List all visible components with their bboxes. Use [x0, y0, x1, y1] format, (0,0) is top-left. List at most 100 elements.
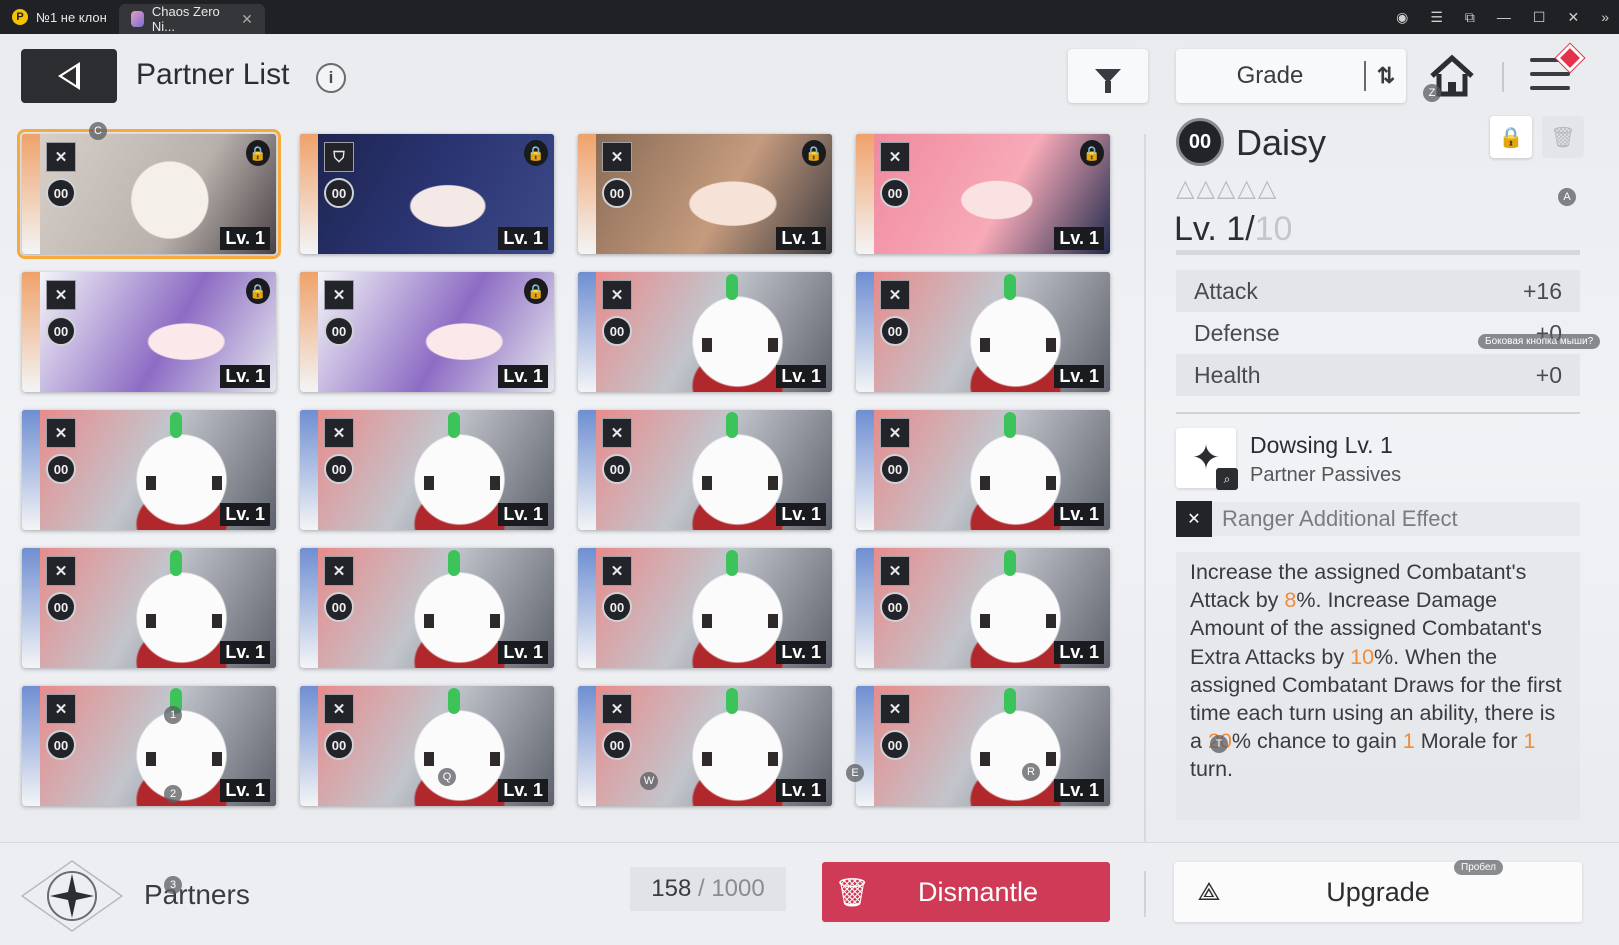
partner-card[interactable]: ✕ 00 Lv. 1: [578, 272, 832, 392]
card-level: Lv. 1: [498, 779, 548, 802]
hotkey-hint: E: [846, 764, 864, 782]
card-level: Lv. 1: [776, 641, 826, 664]
expand-sidebar-icon[interactable]: »: [1601, 9, 1609, 25]
info-icon[interactable]: i: [316, 63, 346, 93]
partner-card[interactable]: ✕ 00 Lv. 1: [578, 686, 832, 806]
class-effect-header: ✕ Ranger Additional Effect: [1176, 501, 1580, 537]
partner-card[interactable]: ✕ 00 🔒 Lv. 1: [856, 134, 1110, 254]
back-button[interactable]: [21, 49, 117, 103]
partner-card[interactable]: ✕ 00 Lv. 1: [856, 410, 1110, 530]
partner-card[interactable]: ✕ 00 🔒 Lv. 1: [22, 272, 276, 392]
grade-strip: [578, 410, 598, 530]
card-level: Lv. 1: [220, 779, 270, 802]
class-icon: ✕: [880, 694, 910, 724]
upgrade-button[interactable]: ⟁ Upgrade: [1174, 862, 1582, 922]
class-icon: ✕: [880, 418, 910, 448]
rank-badge: 00: [602, 730, 632, 760]
stats-divider: [1176, 412, 1580, 414]
grade-strip: [22, 134, 42, 254]
lock-button[interactable]: 🔒: [1490, 116, 1532, 158]
partner-card[interactable]: ✕ 00 🔒 Lv. 1: [578, 134, 832, 254]
game-screen: Partner List i Grade ⇅ ✕ 00 🔒 Lv. 1 ⛉ 00 🔒 Lv. …: [0, 34, 1619, 945]
card-level: Lv. 1: [1054, 779, 1104, 802]
window-controls: ◉ ☰ ⧉ — ☐ ✕ »: [1396, 0, 1609, 34]
partner-card[interactable]: ✕ 00 Lv. 1: [300, 410, 554, 530]
partner-card[interactable]: ✕ 00 Lv. 1: [22, 548, 276, 668]
partner-card[interactable]: ✕ 00 🔒 Lv. 1: [17, 129, 281, 259]
partner-card[interactable]: ✕ 00 Lv. 1: [856, 686, 1110, 806]
account-icon[interactable]: ◉: [1396, 9, 1408, 26]
class-icon: ✕: [324, 694, 354, 724]
card-level: Lv. 1: [1054, 227, 1104, 250]
rank-badge: 00: [880, 316, 910, 346]
partner-rank-badge: 00: [1176, 118, 1224, 166]
tab-game[interactable]: Chaos Zero Ni... ✕: [118, 4, 265, 34]
sort-label: Grade: [1236, 62, 1304, 89]
effect-text: % chance to gain: [1231, 729, 1403, 754]
lock-icon[interactable]: 🔒: [802, 140, 826, 166]
tab-home[interactable]: P №1 не клон: [0, 0, 119, 34]
partner-card[interactable]: ✕ 00 Lv. 1: [578, 548, 832, 668]
class-icon: ✕: [602, 694, 632, 724]
level-progress-bar: [1176, 250, 1580, 255]
grade-strip: [578, 134, 598, 254]
hotkey-hint: Z: [1423, 84, 1441, 102]
stat-row-attack: Attack +16: [1176, 270, 1580, 312]
partner-card[interactable]: ✕ 00 Lv. 1: [856, 548, 1110, 668]
hotkey-hint: C: [89, 122, 107, 140]
lock-icon[interactable]: 🔒: [1080, 140, 1104, 166]
menu-icon[interactable]: ☰: [1430, 9, 1443, 26]
effect-value: 1: [1523, 729, 1536, 754]
upgrade-icon: ⟁: [1197, 876, 1221, 906]
partner-card[interactable]: ✕ 00 Lv. 1: [300, 686, 554, 806]
partner-card[interactable]: ✕ 00 🔒 Lv. 1: [300, 272, 554, 392]
card-level: Lv. 1: [220, 503, 270, 526]
class-icon: ✕: [46, 142, 76, 172]
lock-icon[interactable]: 🔒: [246, 278, 270, 304]
partner-card[interactable]: ⛉ 00 🔒 Lv. 1: [300, 134, 554, 254]
sort-order-icon[interactable]: ⇅: [1366, 63, 1406, 89]
partner-card[interactable]: ✕ 00 Lv. 1: [300, 548, 554, 668]
sort-button[interactable]: Grade ⇅: [1176, 49, 1406, 103]
partners-emblem-icon: [20, 860, 124, 932]
magnify-icon[interactable]: ⌕: [1216, 468, 1238, 490]
close-tab-icon[interactable]: ✕: [241, 11, 253, 28]
rank-badge: 00: [324, 454, 354, 484]
partner-card[interactable]: ✕ 00 Lv. 1: [22, 686, 276, 806]
class-icon: ✕: [602, 280, 632, 310]
close-icon[interactable]: ✕: [1567, 9, 1579, 26]
filter-icon: [1095, 69, 1121, 93]
count-total: 1000: [711, 875, 765, 902]
partner-card[interactable]: ✕ 00 Lv. 1: [578, 410, 832, 530]
class-icon: ✕: [324, 418, 354, 448]
game-favicon-icon: [130, 11, 144, 27]
delete-button[interactable]: 🗑: [1542, 116, 1584, 158]
minimize-icon[interactable]: —: [1497, 9, 1511, 25]
maximize-icon[interactable]: ☐: [1533, 9, 1546, 26]
dismantle-button[interactable]: 🗑 Dismantle: [822, 862, 1110, 922]
lock-icon[interactable]: 🔒: [524, 140, 548, 166]
tab-game-label: Chaos Zero Ni...: [151, 4, 220, 34]
card-level: Lv. 1: [1054, 365, 1104, 388]
filter-button[interactable]: [1068, 49, 1148, 103]
class-icon: ✕: [880, 142, 910, 172]
upgrade-label: Upgrade: [1326, 876, 1430, 907]
rank-badge: 00: [46, 454, 76, 484]
app-logo-icon: P: [12, 9, 28, 25]
lock-icon[interactable]: 🔒: [246, 140, 270, 166]
class-icon: ✕: [880, 280, 910, 310]
grade-strip: [22, 410, 42, 530]
effect-text: turn.: [1190, 757, 1234, 782]
popout-icon[interactable]: ⧉: [1465, 9, 1475, 26]
grade-strip: [22, 686, 42, 806]
hotkey-hint: A: [1558, 188, 1576, 206]
grade-strip: [300, 134, 320, 254]
partner-card[interactable]: ✕ 00 Lv. 1: [856, 272, 1110, 392]
grade-strip: [578, 548, 598, 668]
grade-strip: [22, 272, 42, 392]
rank-badge: 00: [880, 592, 910, 622]
grade-strip: [856, 410, 876, 530]
stat-name: Defense: [1194, 319, 1280, 346]
partner-card[interactable]: ✕ 00 Lv. 1: [22, 410, 276, 530]
lock-icon[interactable]: 🔒: [524, 278, 548, 304]
